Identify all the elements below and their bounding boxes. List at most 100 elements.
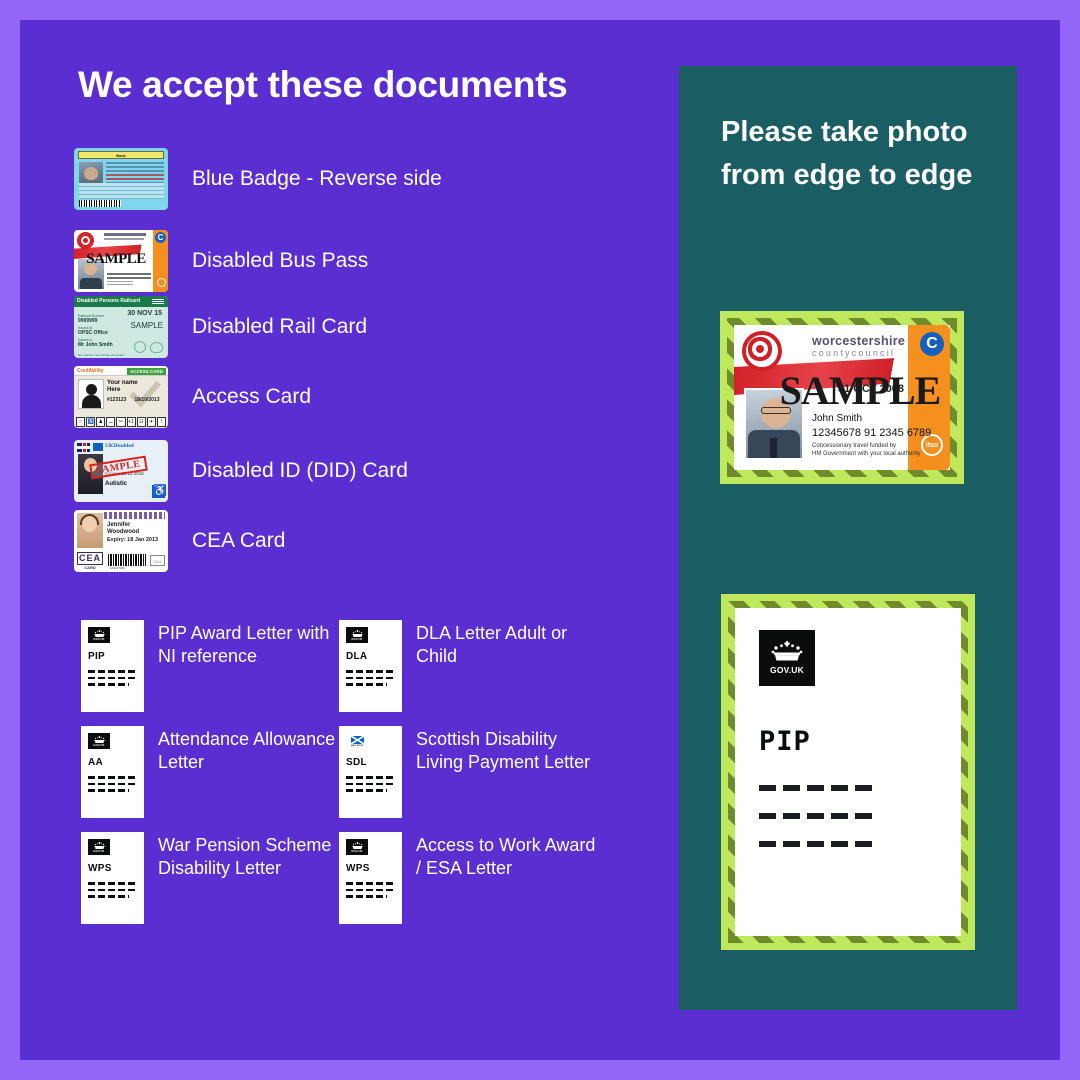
- document-row-blue-badge: Back Blue Badge - Reverse side: [74, 148, 442, 210]
- page-title: We accept these documents: [78, 64, 568, 105]
- blue-badge-barcode: [79, 200, 121, 207]
- dla-letter-icon: GOV.UK DLA: [339, 620, 402, 712]
- letter-label-aa: Attendance Allowance Letter: [158, 729, 336, 772]
- bus-pass-thumbnail: C SAMPLE: [74, 230, 168, 292]
- pip-letter-lines: [759, 785, 961, 847]
- national-rail-icon: [152, 299, 164, 304]
- govuk-crown-icon: GOV.UK: [346, 839, 368, 855]
- cea-card-top-strip: [104, 512, 165, 519]
- pip-letter-example-frame: GOV.UK PIP: [721, 594, 975, 950]
- letter-lines: [88, 670, 137, 686]
- rail-card-footnote: Not valid for use without photocard: [78, 353, 125, 357]
- letter-code: AA: [88, 757, 104, 768]
- document-label-cea-card: CEA Card: [192, 529, 286, 552]
- cea-card-barcode: [108, 554, 146, 566]
- letter-label-wps: War Pension Scheme Disability Letter: [158, 835, 332, 878]
- symbol-icon-4: ⚊: [106, 417, 116, 427]
- letter-code: SDL: [346, 757, 367, 768]
- did-card-title: UKDisabled: [105, 443, 134, 449]
- letter-label-sdl: Scottish Disability Living Payment Lette…: [416, 729, 591, 772]
- document-row-did-card: UKDisabled Expires 31 12 2016 SAMPLE Aut…: [74, 440, 408, 502]
- document-label-did-card: Disabled ID (DID) Card: [192, 459, 408, 482]
- letter-row-2: GOV.UK AA Attendance Allowance Letter go…: [81, 726, 681, 818]
- govuk-crown-icon: GOV.UK: [88, 839, 110, 855]
- pip-letter-code: PIP: [759, 726, 811, 757]
- symbol-icon-9: !: [156, 417, 166, 427]
- letter-lines: [88, 882, 137, 898]
- letter-item-atw: GOV.UK WPS Access to Work Award / ESA Le…: [339, 832, 601, 924]
- bus-pass-rose-logo: [742, 331, 782, 371]
- access-card-meta: #123123 18/10/2013: [107, 397, 160, 403]
- cea-card-barcode-number: 101017001: [110, 566, 126, 570]
- cea-card-secondary-code: CEA: [150, 555, 165, 566]
- letter-label-dla: DLA Letter Adult or Child: [416, 623, 568, 666]
- letter-label-pip: PIP Award Letter with NI reference: [158, 623, 330, 666]
- document-label-access-card: Access Card: [192, 385, 312, 408]
- scotland-saltire-icon: gov.scot: [346, 733, 368, 749]
- document-row-cea-card: Jennifer Woodwood Expiry: 18 Jan 2013 CEA…: [74, 510, 285, 572]
- bus-pass-rose-logo: [77, 232, 94, 249]
- did-card-thumbnail: UKDisabled Expires 31 12 2016 SAMPLE Aut…: [74, 440, 168, 502]
- letter-item-aa: GOV.UK AA Attendance Allowance Letter: [81, 726, 339, 818]
- access-card-badge: ACCESS CARD: [126, 368, 166, 375]
- symbol-icon-3: ♟: [96, 417, 106, 427]
- govuk-crown-icon: GOV.UK: [88, 627, 110, 643]
- access-card-silhouette: [78, 379, 104, 409]
- cea-card-name: Jennifer Woodwood: [107, 522, 140, 535]
- letter-row-1: GOV.UK PIP PIP Award Letter with NI refe…: [81, 620, 681, 712]
- cea-card-logo: CEA CARD: [77, 552, 103, 570]
- rail-card-fields: Railcard Number 9999999 Issued at OPSC O…: [78, 314, 113, 348]
- letter-row-3: GOV.UK WPS War Pension Scheme Disability…: [81, 832, 681, 924]
- symbol-icon-8: ✈: [146, 417, 156, 427]
- bus-pass-scheme-mark: [157, 278, 166, 287]
- document-label-blue-badge: Blue Badge - Reverse side: [192, 167, 442, 190]
- letter-lines: [346, 776, 395, 792]
- letter-code: WPS: [88, 863, 112, 874]
- access-card-name: Your name Here: [107, 380, 138, 393]
- atw-letter-icon: GOV.UK WPS: [339, 832, 402, 924]
- cea-card-photo: [77, 513, 103, 548]
- letter-lines: [346, 882, 395, 898]
- did-card-condition: Autistic: [105, 481, 128, 487]
- sdl-letter-icon: gov.scot SDL: [339, 726, 402, 818]
- letter-label-atw: Access to Work Award / ESA Letter: [416, 835, 596, 878]
- bus-pass-concession-badge: C: [920, 332, 944, 356]
- hearing-icon: [150, 342, 163, 353]
- aa-letter-icon: GOV.UK AA: [81, 726, 144, 818]
- letter-item-sdl: gov.scot SDL Scottish Disability Living …: [339, 726, 601, 818]
- letter-code: PIP: [88, 651, 106, 662]
- cea-card-thumbnail: Jennifer Woodwood Expiry: 18 Jan 2013 CEA…: [74, 510, 168, 572]
- letter-documents-grid: GOV.UK PIP PIP Award Letter with NI refe…: [81, 620, 681, 938]
- letter-item-pip: GOV.UK PIP PIP Award Letter with NI refe…: [81, 620, 339, 712]
- wps-letter-icon: GOV.UK WPS: [81, 832, 144, 924]
- rail-card-watermark: SAMPLE: [130, 321, 163, 330]
- bus-pass-issuer: worcestershire countycouncil: [812, 334, 906, 358]
- govuk-crown-icon: GOV.UK: [88, 733, 110, 749]
- blue-badge-field-rows: [79, 183, 164, 199]
- letter-lines: [346, 670, 395, 686]
- uk-flag-icon: [77, 443, 90, 452]
- access-card-symbol-row: ☞ ♿ ♟ ⚊ ✂ +1 ☷ ✈!: [76, 417, 166, 427]
- symbol-icon-6: +1: [126, 417, 136, 427]
- letter-item-wps: GOV.UK WPS War Pension Scheme Disability…: [81, 832, 339, 924]
- symbol-icon-1: ☞: [76, 417, 86, 427]
- document-row-rail-card: Disabled Persons Railcard 30 NOV 15 SAMP…: [74, 296, 367, 358]
- access-card-brand: CredAbility: [77, 368, 104, 374]
- bus-pass-issuer-wordmark: [104, 233, 146, 242]
- blue-badge-thumbnail: Back: [74, 148, 168, 210]
- document-label-bus-pass: Disabled Bus Pass: [192, 249, 369, 272]
- bus-pass-example: worcestershire countycouncil C itso 31 O…: [734, 325, 950, 470]
- pip-letter-example: GOV.UK PIP: [735, 608, 961, 936]
- pip-letter-icon: GOV.UK PIP: [81, 620, 144, 712]
- govuk-crown-icon: GOV.UK: [759, 630, 815, 686]
- bus-pass-details: [107, 273, 151, 287]
- bus-pass-concession-badge: C: [155, 232, 166, 243]
- access-card-thumbnail: CredAbility ACCESS CARD Your name Here #1…: [74, 366, 168, 428]
- bus-pass-details: John Smith 12345678 91 2345 6789 Concess…: [812, 413, 932, 457]
- document-label-rail-card: Disabled Rail Card: [192, 315, 368, 338]
- letter-code: DLA: [346, 651, 368, 662]
- blue-badge-header-band: Back: [78, 151, 164, 159]
- bus-pass-example-inner: worcestershire countycouncil C itso 31 O…: [734, 325, 950, 470]
- rail-card-expiry: 30 NOV 15: [127, 310, 162, 317]
- pip-letter-example-inner: GOV.UK PIP: [735, 608, 961, 936]
